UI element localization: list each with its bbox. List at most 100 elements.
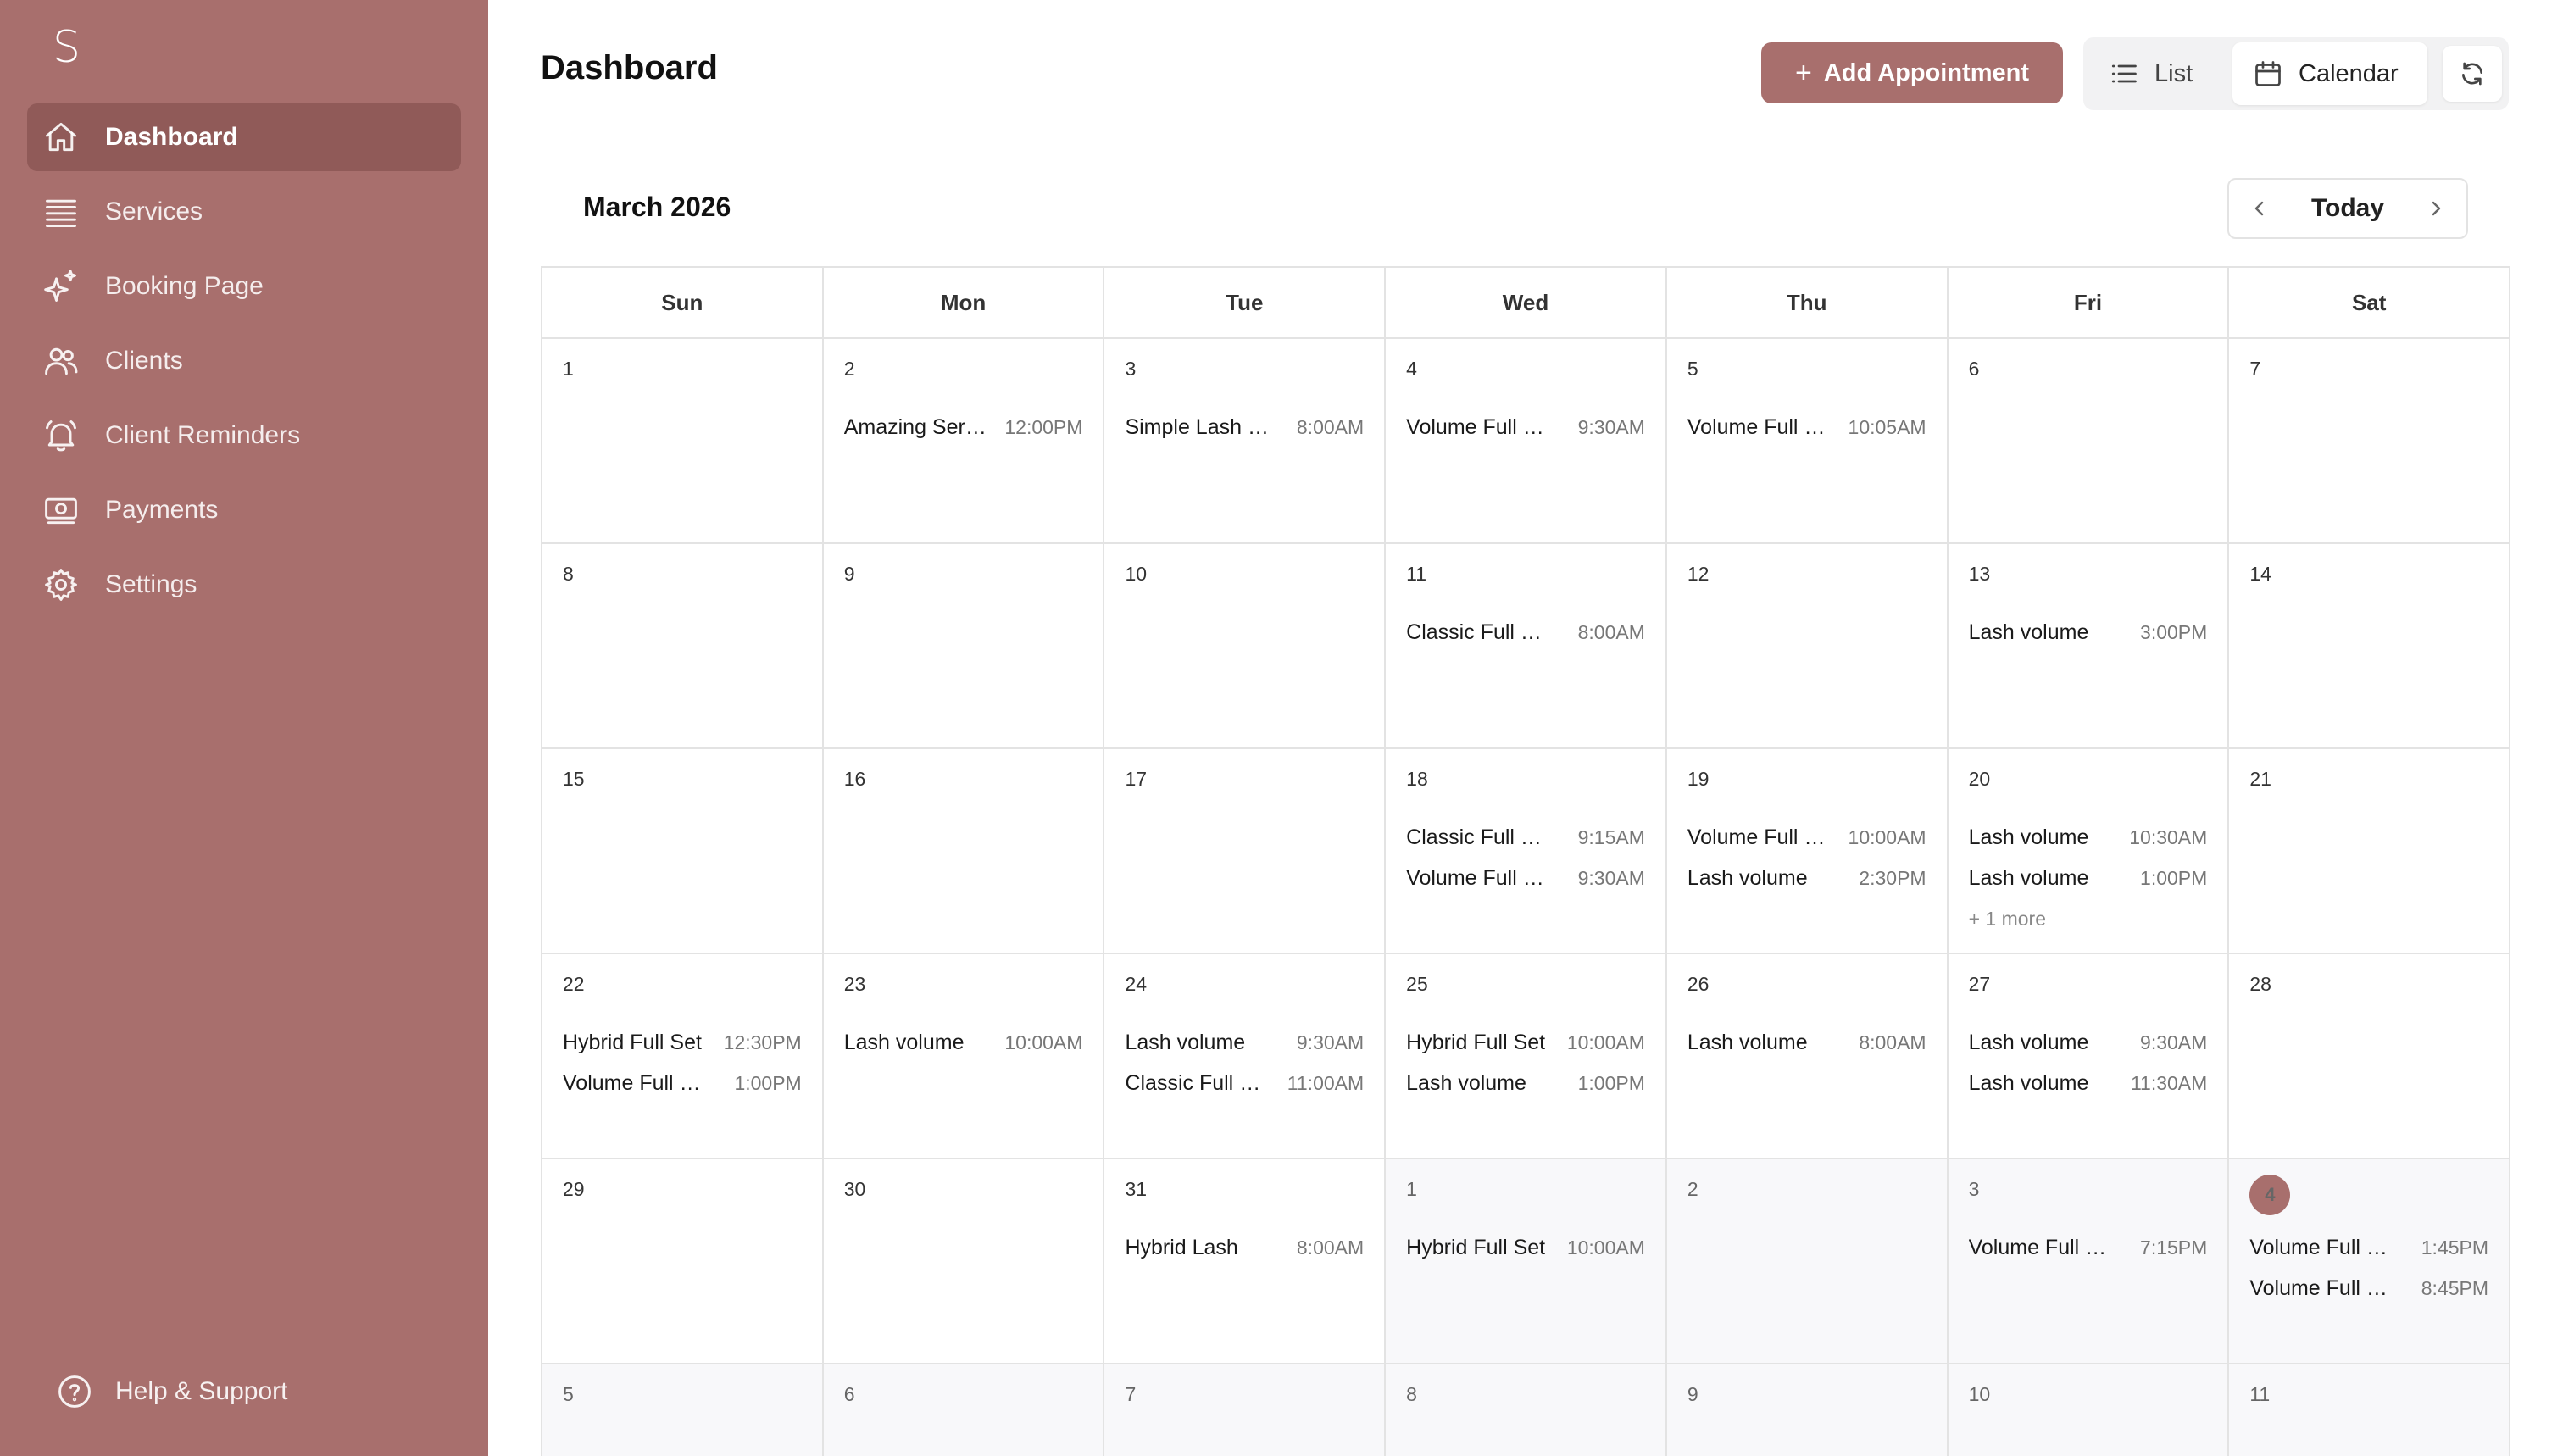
sidebar-item-services[interactable]: Services [27, 178, 461, 246]
app-logo[interactable]: S [53, 22, 81, 73]
appointment-item[interactable]: Volume Full Set 7:15PM [1969, 1227, 2208, 1268]
appointment-item[interactable]: Lash volume 8:00AM [1687, 1022, 1926, 1063]
appointment-time: 9:30AM [1296, 1031, 1365, 1053]
sidebar-item-dashboard[interactable]: Dashboard [27, 103, 461, 171]
appointment-item[interactable]: Hybrid Full Set 10:00AM [1406, 1227, 1645, 1268]
day-cell[interactable]: 21 [2229, 749, 2511, 953]
day-cell[interactable]: 28 [2229, 954, 2511, 1158]
more-events-link[interactable]: + 1 more [1969, 898, 2208, 939]
prev-month-button[interactable] [2234, 180, 2285, 237]
day-cell[interactable]: 3 Simple Lash Lift 8:00AM [1104, 339, 1387, 542]
day-cell[interactable]: 11 [2229, 1364, 2511, 1456]
day-cell[interactable]: 1 Hybrid Full Set 10:00AM [1386, 1159, 1667, 1363]
appointment-time: 1:45PM [2421, 1236, 2489, 1259]
appointment-item[interactable]: Hybrid Lash 8:00AM [1125, 1227, 1364, 1268]
day-cell[interactable]: 24 Lash volume 9:30AM Classic Full Set 11:00… [1104, 954, 1387, 1158]
sidebar-item-settings[interactable]: Settings [27, 551, 461, 619]
sidebar-item-payments[interactable]: Payments [27, 476, 461, 544]
day-cell[interactable]: 18 Classic Full Set 9:15AM Volume Full Set 9… [1386, 749, 1667, 953]
day-cell[interactable]: 23 Lash volume 10:00AM [823, 954, 1105, 1158]
day-cell[interactable]: 12 [1666, 544, 1949, 747]
calendar-view-button[interactable]: Calendar [2232, 42, 2427, 105]
appointment-item[interactable]: Classic Full Set 9:15AM [1406, 817, 1645, 858]
appointment-item[interactable]: Volume Full Set 9:30AM [1406, 858, 1645, 898]
appointment-item[interactable]: Lash volume 9:30AM [1969, 1022, 2208, 1063]
appointment-item[interactable]: Lash volume 3:00PM [1969, 612, 2208, 653]
day-cell[interactable]: 6 [1948, 339, 2230, 542]
appointment-item[interactable]: Hybrid Full Set 12:30PM [563, 1022, 802, 1063]
day-cell[interactable]: 29 [542, 1159, 824, 1363]
day-cell[interactable]: 17 [1104, 749, 1387, 953]
appointment-item[interactable]: Simple Lash Lift 8:00AM [1125, 407, 1364, 447]
appointment-time: 8:45PM [2421, 1276, 2489, 1299]
day-cell[interactable]: 7 [1104, 1364, 1387, 1456]
day-cell[interactable]: 10 [1948, 1364, 2230, 1456]
sidebar-item-clients[interactable]: Clients [27, 327, 461, 395]
appointment-item[interactable]: Lash volume 2:30PM [1687, 858, 1926, 898]
day-cell[interactable]: 8 [542, 544, 824, 747]
week-row: 29 30 31 Hybrid Lash 8:00AM 1 Hybrid Full Set 1… [542, 1159, 2511, 1364]
event-list: Lash volume 3:00PM [1969, 612, 2208, 653]
chevron-left-icon [2254, 201, 2264, 216]
day-cell[interactable]: 20 Lash volume 10:30AM Lash volume 1:00PM + 1… [1948, 749, 2230, 953]
appointment-item[interactable]: Lash volume 9:30AM [1125, 1022, 1364, 1063]
appointment-item[interactable]: Volume Full Set 9:30AM [1406, 407, 1645, 447]
day-cell[interactable]: 9 [823, 544, 1105, 747]
appointment-item[interactable]: Amazing Service 12:00PM [844, 407, 1083, 447]
refresh-button[interactable] [2443, 46, 2502, 102]
day-cell[interactable]: 26 Lash volume 8:00AM [1666, 954, 1949, 1158]
day-cell[interactable]: 4 Volume Full Set 1:45PM Volume Full Set 8:4… [2229, 1159, 2511, 1363]
today-button[interactable]: Today [2280, 180, 2416, 237]
next-month-button[interactable] [2410, 180, 2461, 237]
day-cell[interactable]: 16 [823, 749, 1105, 953]
appointment-item[interactable]: Classic Full Set 11:00AM [1125, 1063, 1364, 1103]
day-cell[interactable]: 5 Volume Full Set 10:05AM [1666, 339, 1949, 542]
day-cell[interactable]: 27 Lash volume 9:30AM Lash volume 11:30AM [1948, 954, 2230, 1158]
appointment-item[interactable]: Lash volume 10:00AM [844, 1022, 1083, 1063]
day-cell[interactable]: 19 Volume Full Set 10:00AM Lash volume 2:30P… [1666, 749, 1949, 953]
appointment-item[interactable]: Lash volume 1:00PM [1406, 1063, 1645, 1103]
day-cell[interactable]: 25 Hybrid Full Set 10:00AM Lash volume 1:00P… [1386, 954, 1667, 1158]
day-cell[interactable]: 30 [823, 1159, 1105, 1363]
add-appointment-button[interactable]: + Add Appointment [1761, 42, 2063, 103]
day-cell[interactable]: 22 Hybrid Full Set 12:30PM Volume Full Set 1… [542, 954, 824, 1158]
appointment-name: Volume Full Set [1687, 825, 1833, 849]
appointment-time: 10:30AM [2129, 825, 2208, 848]
day-cell[interactable]: 2 Amazing Service 12:00PM [823, 339, 1105, 542]
appointment-item[interactable]: Volume Full Set 10:05AM [1687, 407, 1926, 447]
day-cell[interactable]: 3 Volume Full Set 7:15PM [1948, 1159, 2230, 1363]
day-cell[interactable]: 4 Volume Full Set 9:30AM [1386, 339, 1667, 542]
day-cell[interactable]: 11 Classic Full Set 8:00AM [1386, 544, 1667, 747]
day-cell[interactable]: 9 [1666, 1364, 1949, 1456]
day-cell[interactable]: 13 Lash volume 3:00PM [1948, 544, 2230, 747]
appointment-time: 12:30PM [723, 1031, 802, 1053]
appointment-item[interactable]: Lash volume 10:30AM [1969, 817, 2208, 858]
day-cell[interactable]: 6 [823, 1364, 1105, 1456]
appointment-item[interactable]: Hybrid Full Set 10:00AM [1406, 1022, 1645, 1063]
day-cell[interactable]: 31 Hybrid Lash 8:00AM [1104, 1159, 1387, 1363]
appointment-item[interactable]: Volume Full Set 1:00PM [563, 1063, 802, 1103]
day-cell[interactable]: 10 [1104, 544, 1387, 747]
list-view-button[interactable]: List [2109, 42, 2193, 105]
day-cell[interactable]: 2 [1666, 1159, 1949, 1363]
sidebar-item-label: Services [105, 197, 203, 225]
users-icon [42, 342, 80, 380]
day-cell[interactable]: 8 [1386, 1364, 1667, 1456]
appointment-item[interactable]: Volume Full Set 10:00AM [1687, 817, 1926, 858]
help-support-link[interactable]: Help & Support [56, 1373, 287, 1410]
day-cell[interactable]: 5 [542, 1364, 824, 1456]
appointment-item[interactable]: Volume Full Set 8:45PM [2249, 1268, 2488, 1309]
appointment-item[interactable]: Lash volume 11:30AM [1969, 1063, 2208, 1103]
sidebar-item-client-reminders[interactable]: Client Reminders [27, 402, 461, 470]
day-cell[interactable]: 7 [2229, 339, 2511, 542]
day-number: 8 [563, 563, 574, 585]
day-cell[interactable]: 1 [542, 339, 824, 542]
appointment-item[interactable]: Classic Full Set 8:00AM [1406, 612, 1645, 653]
appointment-time: 7:15PM [2140, 1236, 2208, 1259]
day-cell[interactable]: 14 [2229, 544, 2511, 747]
appointment-item[interactable]: Lash volume 1:00PM [1969, 858, 2208, 898]
appointment-item[interactable]: Volume Full Set 1:45PM [2249, 1227, 2488, 1268]
day-cell[interactable]: 15 [542, 749, 824, 953]
day-number: 3 [1968, 1178, 1980, 1200]
sidebar-item-booking-page[interactable]: Booking Page [27, 253, 461, 320]
